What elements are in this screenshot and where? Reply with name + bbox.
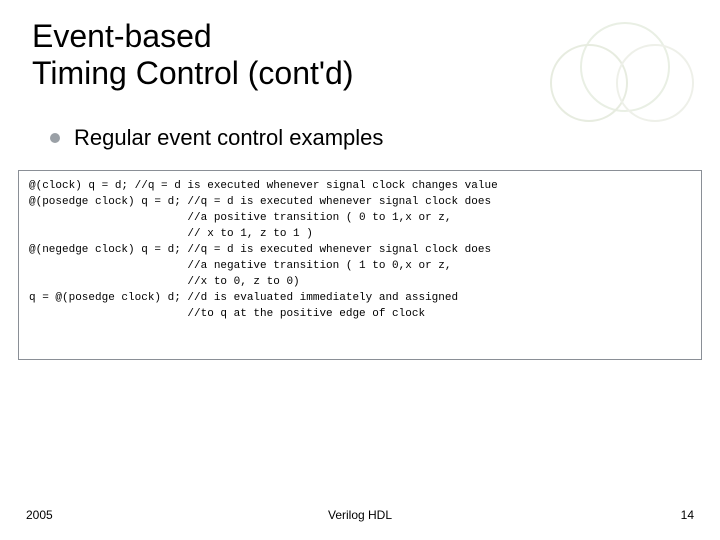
code-line: //a positive transition ( 0 to 1,x or z, bbox=[29, 212, 451, 224]
code-line: @(clock) q = d; //q = d is executed when… bbox=[29, 180, 498, 192]
circle-icon bbox=[616, 44, 694, 122]
footer-title: Verilog HDL bbox=[0, 508, 720, 522]
title-line-1: Event-based bbox=[32, 18, 212, 54]
code-line: @(posedge clock) q = d; //q = d is execu… bbox=[29, 196, 491, 208]
code-line: //x to 0, z to 0) bbox=[29, 276, 300, 288]
code-line: //to q at the positive edge of clock bbox=[29, 308, 425, 320]
code-line: //a negative transition ( 1 to 0,x or z, bbox=[29, 260, 451, 272]
footer-page-number: 14 bbox=[681, 508, 694, 522]
code-line: // x to 1, z to 1 ) bbox=[29, 228, 313, 240]
code-content: @(clock) q = d; //q = d is executed when… bbox=[29, 179, 691, 322]
bullet-icon bbox=[50, 133, 60, 143]
code-line: @(negedge clock) q = d; //q = d is execu… bbox=[29, 244, 491, 256]
title-line-2: Timing Control (cont'd) bbox=[32, 55, 353, 91]
page-title: Event-based Timing Control (cont'd) bbox=[32, 18, 353, 92]
slide: Event-based Timing Control (cont'd) Regu… bbox=[0, 0, 720, 540]
bullet-item: Regular event control examples bbox=[50, 125, 383, 151]
bullet-text: Regular event control examples bbox=[74, 125, 383, 151]
code-line: q = @(posedge clock) d; //d is evaluated… bbox=[29, 292, 458, 304]
decorative-circles bbox=[546, 22, 696, 132]
code-block: @(clock) q = d; //q = d is executed when… bbox=[18, 170, 702, 360]
